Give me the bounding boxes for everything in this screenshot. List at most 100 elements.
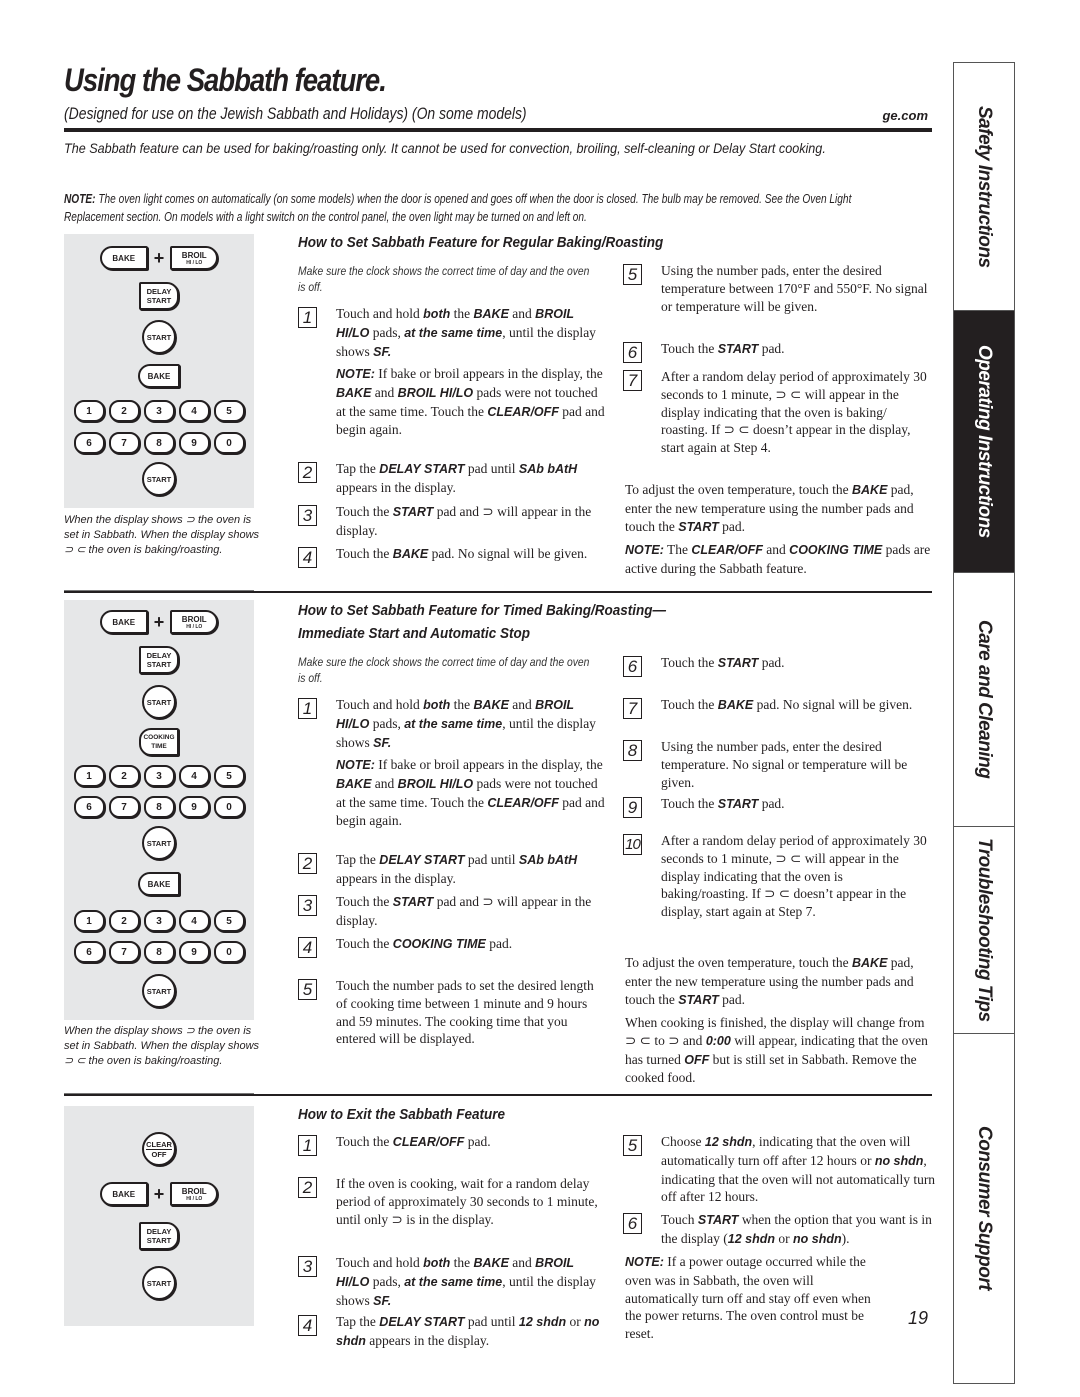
broil-key: BROIL HI / LO — [170, 610, 219, 634]
power-outage-note: NOTE: If a power outage occurred while t… — [625, 1254, 871, 1342]
step-3: 3 Touch the START pad and ⊃ will appear i… — [298, 503, 608, 540]
cooking-finished-text: When cooking is finished, the display wi… — [625, 1015, 928, 1086]
step-6: 6 Touch the START pad. — [623, 340, 933, 363]
step-note: NOTE: If bake or broil appears in the di… — [336, 366, 605, 438]
step-4: 4 Touch the COOKING TIME pad. — [298, 935, 608, 958]
bake-key: BAKE — [138, 364, 180, 388]
num-key: 0 — [213, 432, 245, 454]
num-key: 4 — [178, 400, 210, 422]
delay-start-key: DELAY START — [139, 646, 179, 674]
num-key: 1 — [73, 765, 105, 787]
number-keys-row1: 1 2 3 4 5 — [64, 765, 254, 787]
section-heading-timed-sub: Immediate Start and Automatic Stop — [298, 625, 531, 642]
tab-care-and-cleaning[interactable]: Care and Cleaning — [954, 573, 1014, 827]
num-key: 9 — [178, 432, 210, 454]
step-4: 4 Tap the DELAY START pad until 12 shdn o… — [298, 1313, 608, 1351]
num-key: 8 — [143, 796, 175, 818]
bake-key: BAKE — [99, 610, 148, 634]
page-subtitle: (Designed for use on the Jewish Sabbath … — [64, 104, 527, 123]
start-key: START — [142, 320, 176, 354]
num-key: 3 — [143, 910, 175, 932]
section-tabs: Safety Instructions Operating Instructio… — [953, 62, 1015, 1384]
num-key: 7 — [108, 432, 140, 454]
step-1: 1 Touch the CLEAR/OFF pad. — [298, 1133, 608, 1156]
sabbath-note: NOTE: The CLEAR/OFF and COOKING TIME pad… — [625, 542, 931, 576]
site-link[interactable]: ge.com — [882, 108, 928, 123]
num-key: 9 — [178, 941, 210, 963]
tab-troubleshooting-tips[interactable]: Troubleshooting Tips — [954, 827, 1014, 1034]
tab-consumer-support[interactable]: Consumer Support — [954, 1034, 1014, 1383]
plus-icon: + — [153, 611, 165, 632]
number-keys-row2: 6 7 8 9 0 — [64, 941, 254, 963]
step-7: 7 After a random delay period of approxim… — [623, 368, 933, 457]
precondition-text: Make sure the clock shows the correct ti… — [298, 655, 590, 685]
keypad-diagram-timed: BAKE + BROIL HI / LO DELAY START START COO… — [64, 600, 254, 1020]
cooking-time-key: COOKING TIME — [139, 728, 179, 756]
plus-icon: + — [153, 1183, 165, 1204]
bake-key: BAKE — [99, 246, 148, 270]
step-9: 9 Touch the START pad. — [623, 795, 933, 818]
section-heading-timed: How to Set Sabbath Feature for Timed Bak… — [298, 602, 667, 619]
num-key: 4 — [178, 910, 210, 932]
step-2: 2 If the oven is cooking, wait for a rand… — [298, 1175, 608, 1228]
step-5: 5 Using the number pads, enter the desire… — [623, 262, 933, 315]
num-key: 7 — [108, 796, 140, 818]
num-key: 9 — [178, 796, 210, 818]
tab-safety-instructions[interactable]: Safety Instructions — [954, 63, 1014, 311]
section-divider — [64, 591, 932, 593]
page-number: 19 — [908, 1308, 929, 1328]
start-key: START — [142, 685, 176, 719]
page-title: Using the Sabbath feature. — [64, 62, 387, 98]
start-key: START — [142, 826, 176, 860]
num-key: 1 — [73, 400, 105, 422]
section-heading-regular: How to Set Sabbath Feature for Regular B… — [298, 234, 664, 251]
step-4: 4 Touch the BAKE pad. No signal will be g… — [298, 545, 608, 568]
num-key: 5 — [213, 910, 245, 932]
number-keys-row1: 1 2 3 4 5 — [64, 400, 254, 422]
bake-key: BAKE — [99, 1182, 148, 1206]
num-key: 2 — [108, 765, 140, 787]
adjust-temperature-text: To adjust the oven temperature, touch th… — [625, 482, 914, 534]
section-heading-exit: How to Exit the Sabbath Feature — [298, 1106, 506, 1123]
number-keys-row2: 6 7 8 9 0 — [64, 796, 254, 818]
num-key: 6 — [73, 432, 105, 454]
broil-key: BROIL HI / LO — [170, 1182, 219, 1206]
note-text: The oven light comes on automatically (o… — [64, 192, 852, 224]
num-key: 4 — [178, 765, 210, 787]
step-6: 6 Touch the START pad. — [623, 654, 933, 677]
num-key: 8 — [143, 941, 175, 963]
step-7: 7 Touch the BAKE pad. No signal will be g… — [623, 696, 933, 719]
num-key: 2 — [108, 910, 140, 932]
num-key: 1 — [73, 910, 105, 932]
num-key: 7 — [108, 941, 140, 963]
delay-start-key: DELAY START — [139, 282, 179, 310]
step-5: 5 Touch the number pads to set the desire… — [298, 977, 608, 1048]
header-rule — [64, 128, 932, 132]
top-note: NOTE: The oven light comes on automatica… — [64, 190, 874, 226]
num-key: 3 — [143, 400, 175, 422]
tab-operating-instructions[interactable]: Operating Instructions — [954, 311, 1014, 573]
broil-key: BROIL HI / LO — [170, 246, 219, 270]
num-key: 3 — [143, 765, 175, 787]
start-key: START — [142, 1266, 176, 1300]
panel-caption: When the display shows ⊃ the oven is set… — [64, 1025, 260, 1067]
step-2: 2 Tap the DELAY START pad until SAb bAtH … — [298, 851, 608, 888]
step-note: NOTE: If bake or broil appears in the di… — [336, 757, 605, 829]
num-key: 0 — [213, 941, 245, 963]
step-1: 1 Touch and hold both the BAKE and BROIL … — [298, 696, 608, 752]
precondition-text: Make sure the clock shows the correct ti… — [298, 264, 590, 294]
num-key: 5 — [213, 400, 245, 422]
intro-text: The Sabbath feature can be used for baki… — [64, 140, 826, 156]
number-keys-row2: 6 7 8 9 0 — [64, 432, 254, 454]
num-key: 8 — [143, 432, 175, 454]
step-3: 3 Touch and hold both the BAKE and BROIL … — [298, 1254, 608, 1310]
step-5: 5 Choose 12 shdn, indicating that the ove… — [623, 1133, 938, 1206]
num-key: 6 — [73, 796, 105, 818]
step-10: 10 After a random delay period of approxi… — [623, 832, 933, 921]
bake-key: BAKE — [138, 872, 180, 896]
keypad-diagram-exit: CLEAR OFF BAKE + BROIL HI / LO DELAY START … — [64, 1106, 254, 1326]
note-label: NOTE: — [64, 192, 96, 206]
num-key: 5 — [213, 765, 245, 787]
clear-off-key: CLEAR OFF — [142, 1132, 176, 1166]
start-key: START — [142, 974, 176, 1008]
